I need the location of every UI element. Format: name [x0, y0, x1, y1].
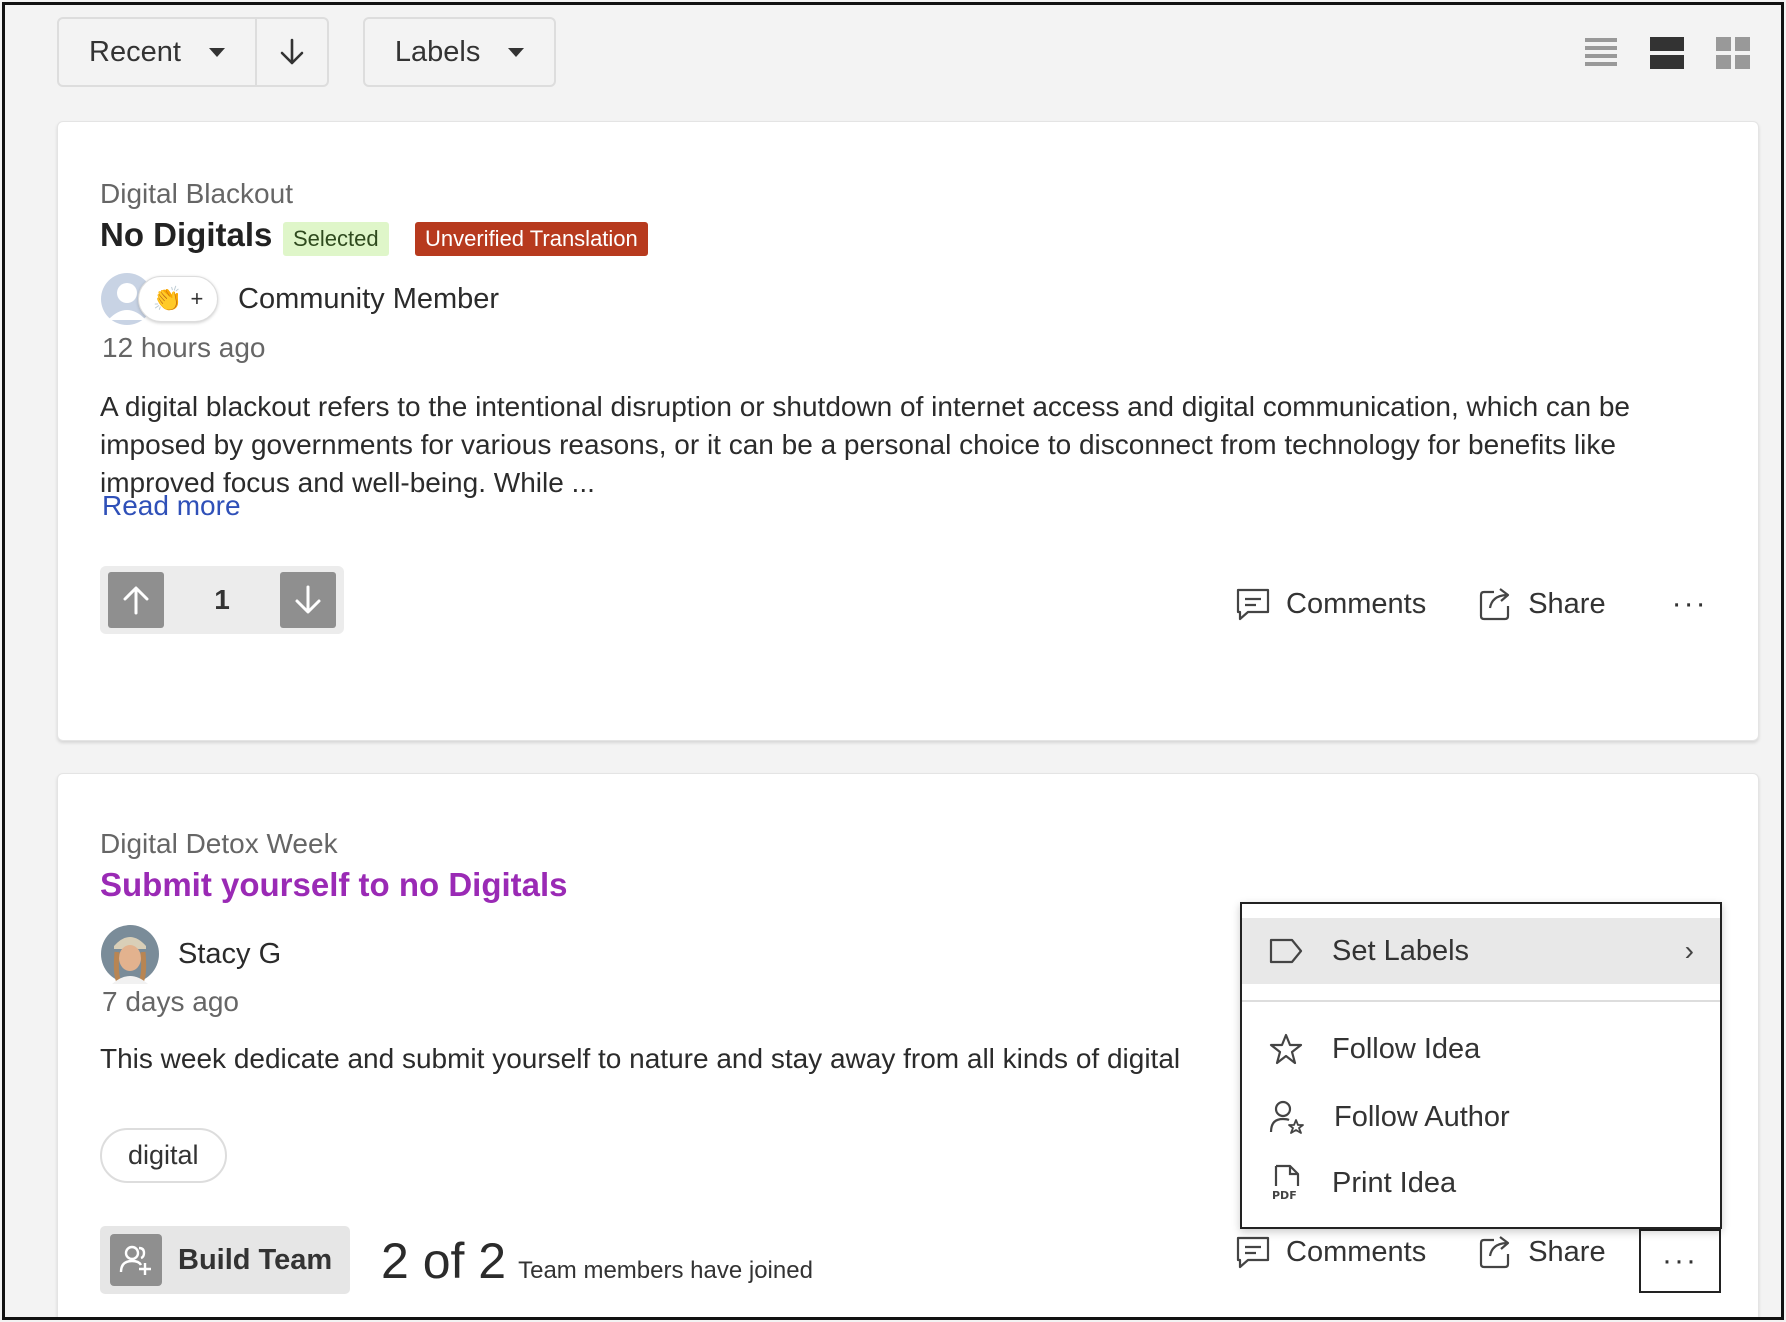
build-team-label: Build Team	[178, 1243, 333, 1276]
timestamp: 7 days ago	[102, 986, 239, 1017]
menu-item-label: Print Idea	[1332, 1166, 1457, 1199]
view-toggles	[1583, 35, 1751, 71]
more-options-button-active[interactable]: ···	[1639, 1229, 1721, 1293]
team-count-value: 2 of 2	[381, 1233, 507, 1289]
author-name[interactable]: Stacy G	[178, 938, 281, 971]
comments-label: Comments	[1286, 1235, 1427, 1268]
menu-item-set-labels[interactable]: Set Labels ›	[1242, 918, 1720, 984]
share-button[interactable]: Share	[1478, 586, 1606, 622]
author-row: 👏 + Community Member	[100, 272, 499, 326]
sort-dropdown[interactable]: Recent	[59, 19, 255, 85]
share-label: Share	[1528, 587, 1606, 620]
comments-button[interactable]: Comments	[1234, 586, 1426, 622]
build-team-button[interactable]: Build Team	[100, 1226, 351, 1294]
team-count: 2 of 2 Team members have joined	[381, 1232, 813, 1290]
more-icon: ···	[1671, 587, 1708, 620]
share-icon	[1480, 588, 1510, 621]
star-icon	[1269, 1033, 1303, 1065]
tag-pill[interactable]: digital	[100, 1128, 227, 1183]
comment-icon	[1236, 1236, 1270, 1269]
share-button[interactable]: Share	[1478, 1234, 1606, 1270]
author-name[interactable]: Community Member	[238, 283, 499, 316]
svg-text:PDF: PDF	[1272, 1189, 1297, 1202]
idea-title[interactable]: No Digitals	[100, 216, 272, 254]
chevron-right-icon: ›	[1684, 935, 1694, 966]
add-team-icon	[110, 1234, 162, 1286]
list-view-icon[interactable]	[1583, 35, 1619, 71]
team-count-text: Team members have joined	[518, 1257, 813, 1284]
menu-divider	[1242, 1000, 1720, 1002]
labels-label: Labels	[394, 35, 481, 68]
sort-direction-button[interactable]	[254, 19, 327, 85]
idea-actions: Comments Share	[1234, 1234, 1606, 1270]
comments-button[interactable]: Comments	[1234, 1234, 1426, 1270]
comment-icon	[1236, 588, 1270, 621]
status-badge: Selected	[283, 222, 389, 256]
read-more-link[interactable]: Read more	[102, 490, 241, 522]
idea-description: This week dedicate and submit yourself t…	[100, 1043, 1181, 1074]
clap-icon: 👏	[152, 285, 183, 313]
page-frame: Recent Labels Digital Blackout No Digita…	[2, 2, 1784, 1320]
label-tag-icon	[1269, 938, 1303, 964]
arrow-down-icon	[295, 585, 321, 614]
comments-label: Comments	[1286, 587, 1427, 620]
labels-dropdown[interactable]: Labels	[365, 19, 554, 85]
share-label: Share	[1528, 1235, 1606, 1268]
idea-description: A digital blackout refers to the intenti…	[100, 391, 1630, 498]
grid-view-icon[interactable]	[1715, 35, 1751, 71]
menu-item-label: Set Labels	[1332, 934, 1470, 967]
more-options-button[interactable]: ···	[1658, 574, 1722, 634]
author-row: Stacy G	[100, 924, 281, 984]
avatar-group: 👏 +	[100, 272, 220, 326]
add-reaction-icon: +	[190, 286, 204, 311]
campaign-name[interactable]: Digital Blackout	[100, 178, 293, 210]
campaign-name[interactable]: Digital Detox Week	[100, 828, 338, 860]
context-menu: Set Labels › Follow Idea Follow Author P…	[1240, 902, 1722, 1229]
avatar[interactable]	[100, 924, 160, 984]
menu-item-label: Follow Author	[1334, 1100, 1510, 1133]
translation-badge: Unverified Translation	[415, 222, 648, 256]
sort-control: Recent	[57, 17, 329, 87]
toolbar: Recent Labels	[57, 17, 557, 87]
arrow-down-icon	[280, 38, 304, 65]
sort-label: Recent	[89, 35, 181, 68]
pdf-file-icon: PDF	[1272, 1164, 1300, 1202]
user-star-icon	[1269, 1100, 1304, 1134]
vote-widget: 1	[100, 566, 344, 634]
idea-title[interactable]: Submit yourself to no Digitals	[100, 866, 568, 904]
menu-item-follow-author[interactable]: Follow Author	[1242, 1084, 1720, 1150]
caret-down-icon	[208, 47, 225, 57]
reaction-button[interactable]: 👏 +	[138, 276, 218, 322]
downvote-button[interactable]	[279, 572, 336, 628]
arrow-up-icon	[123, 586, 149, 615]
menu-item-label: Follow Idea	[1332, 1032, 1481, 1065]
upvote-button[interactable]	[108, 572, 164, 628]
menu-item-follow-idea[interactable]: Follow Idea	[1242, 1016, 1720, 1082]
share-icon	[1480, 1236, 1510, 1269]
caret-down-icon	[508, 47, 525, 57]
more-icon: ···	[1662, 1244, 1698, 1277]
timestamp: 12 hours ago	[102, 332, 266, 363]
labels-filter[interactable]: Labels	[362, 17, 557, 87]
idea-actions: Comments Share ···	[1234, 574, 1722, 634]
vote-count: 1	[214, 584, 230, 615]
card-view-icon[interactable]	[1649, 35, 1685, 71]
idea-card: Digital Blackout No Digitals Selected Un…	[57, 121, 1759, 741]
menu-item-print-idea[interactable]: PDF Print Idea	[1242, 1150, 1720, 1216]
